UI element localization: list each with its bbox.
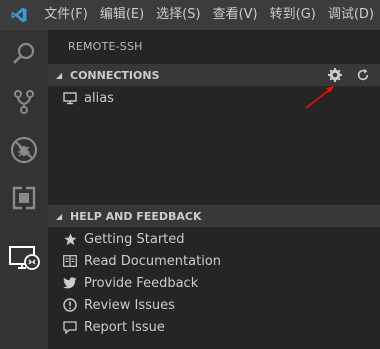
connections-header-label: CONNECTIONS xyxy=(70,68,160,82)
host-label: alias xyxy=(84,90,114,106)
remote-explorer-icon[interactable] xyxy=(0,234,48,282)
chevron-down-icon: ◢ xyxy=(56,70,63,80)
annotation-arrow xyxy=(305,86,334,109)
source-control-icon[interactable] xyxy=(0,78,48,126)
sidebar-title: REMOTE-SSH xyxy=(68,40,143,53)
remote-ssh-sidebar: REMOTE-SSH ◢ CONNECTIONS alias ◢ HELP AN… xyxy=(48,30,380,349)
menu-selection[interactable]: 选择(S) xyxy=(150,0,206,30)
menu-debug[interactable]: 调试(D) xyxy=(322,0,380,30)
menu-view[interactable]: 查看(V) xyxy=(207,0,264,30)
menu-edit[interactable]: 编辑(E) xyxy=(94,0,150,30)
menu-bar: 文件(F) 编辑(E) 选择(S) 查看(V) 转到(G) 调试(D) xyxy=(38,0,380,30)
menu-file[interactable]: 文件(F) xyxy=(38,0,94,30)
twitter-icon xyxy=(62,275,78,291)
issues-icon xyxy=(62,297,78,313)
title-bar: 文件(F) 编辑(E) 选择(S) 查看(V) 转到(G) 调试(D) xyxy=(0,0,380,30)
help-item-label: Provide Feedback xyxy=(84,275,199,291)
debug-icon[interactable] xyxy=(0,126,48,174)
book-icon xyxy=(62,253,78,269)
search-icon[interactable] xyxy=(0,30,48,78)
help-item-provide-feedback[interactable]: Provide Feedback xyxy=(48,272,380,294)
help-item-report-issue[interactable]: Report Issue xyxy=(48,316,380,338)
help-item-review-issues[interactable]: Review Issues xyxy=(48,294,380,316)
help-item-read-documentation[interactable]: Read Documentation xyxy=(48,250,380,272)
help-item-label: Read Documentation xyxy=(84,253,222,269)
help-item-label: Report Issue xyxy=(84,319,165,335)
help-item-getting-started[interactable]: Getting Started xyxy=(48,228,380,250)
vscode-logo-icon xyxy=(0,0,38,30)
help-header-label: HELP AND FEEDBACK xyxy=(70,209,202,223)
star-icon xyxy=(62,231,78,247)
activity-bar xyxy=(0,30,48,349)
refresh-icon[interactable] xyxy=(352,64,374,86)
help-section-header[interactable]: ◢ HELP AND FEEDBACK xyxy=(48,205,380,227)
comment-icon xyxy=(62,319,78,335)
chevron-down-icon: ◢ xyxy=(56,211,63,221)
monitor-icon xyxy=(62,90,78,106)
help-item-label: Review Issues xyxy=(84,297,175,313)
help-item-label: Getting Started xyxy=(84,231,185,247)
extensions-icon[interactable] xyxy=(0,174,48,222)
menu-go[interactable]: 转到(G) xyxy=(264,0,322,30)
